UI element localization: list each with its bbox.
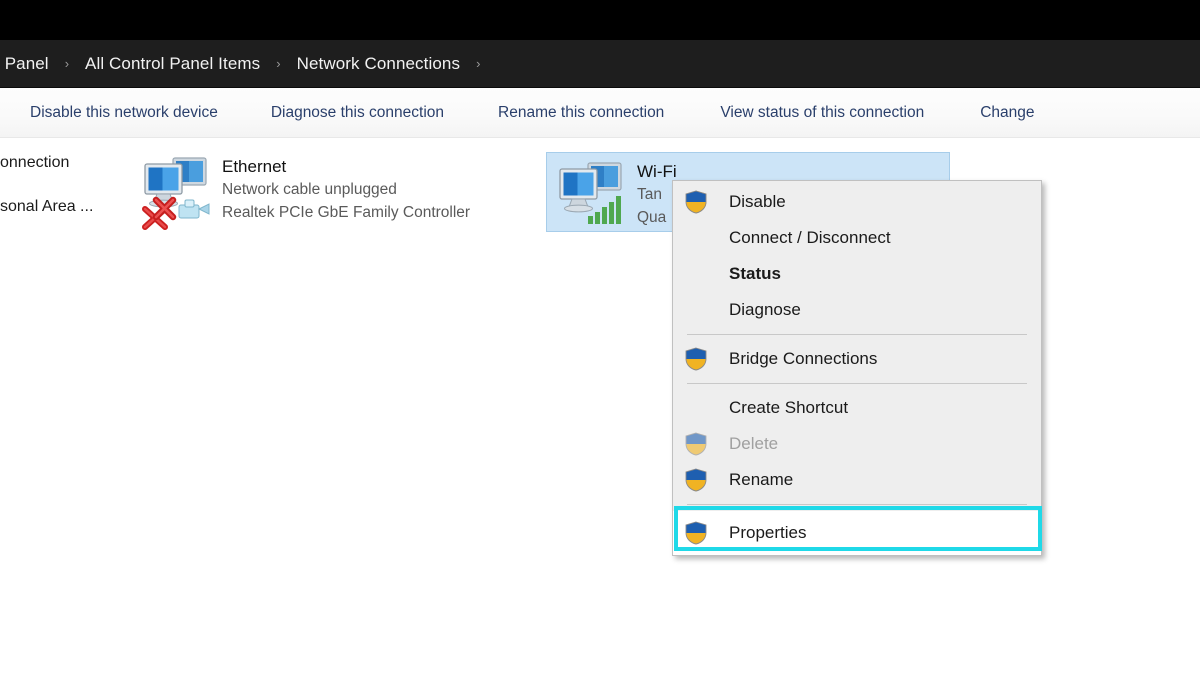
- menu-item-label: Bridge Connections: [715, 349, 877, 369]
- connection-name: Ethernet: [222, 156, 470, 178]
- menu-item-label: Rename: [715, 470, 793, 490]
- menu-item-label: Create Shortcut: [715, 398, 848, 418]
- menu-item-connect-disconnect[interactable]: Connect / Disconnect: [673, 220, 1041, 256]
- toolbar-rename-connection[interactable]: Rename this connection: [492, 100, 670, 126]
- clipped-label-connection: onnection: [0, 152, 140, 174]
- shield-icon: [685, 432, 715, 456]
- connection-adapter: Qua: [637, 206, 677, 229]
- toolbar-disable-network-device[interactable]: Disable this network device: [24, 100, 224, 126]
- menu-item-label: Delete: [715, 434, 778, 454]
- menu-item-label: Diagnose: [715, 300, 801, 320]
- menu-item-label: Connect / Disconnect: [715, 228, 891, 248]
- toolbar-change-settings[interactable]: Change: [974, 100, 1040, 126]
- connection-adapter: Realtek PCIe GbE Family Controller: [222, 201, 470, 224]
- shield-icon: [685, 468, 715, 492]
- breadcrumb-item-all-control-panel-items[interactable]: All Control Panel Items: [81, 52, 264, 76]
- red-x-unplugged-icon: [150, 192, 214, 222]
- menu-item-label: Status: [715, 264, 781, 284]
- wifi-context-menu[interactable]: Disable Connect / Disconnect Status Diag…: [672, 180, 1042, 556]
- menu-separator: [687, 334, 1027, 335]
- breadcrumb-item-control-panel[interactable]: l Panel: [0, 52, 53, 76]
- signal-bars-icon: [587, 195, 627, 225]
- network-adapter-icon: [140, 154, 214, 220]
- breadcrumb: l Panel › All Control Panel Items › Netw…: [0, 40, 492, 87]
- menu-separator: [687, 504, 1027, 505]
- clipped-left-connection-labels: onnection sonal Area ...: [0, 152, 140, 218]
- menu-item-label: Disable: [715, 192, 786, 212]
- chevron-right-icon: ›: [264, 56, 292, 71]
- shield-icon: [685, 521, 715, 545]
- connection-name: Wi-Fi: [637, 161, 677, 183]
- menu-item-bridge-connections[interactable]: Bridge Connections: [673, 341, 1041, 377]
- shield-icon: [685, 190, 715, 214]
- toolbar-view-status[interactable]: View status of this connection: [714, 100, 930, 126]
- control-panel-network-connections-window: l Panel › All Control Panel Items › Netw…: [0, 0, 1200, 675]
- wireless-adapter-icon: [555, 159, 629, 225]
- toolbar-diagnose-connection[interactable]: Diagnose this connection: [265, 100, 450, 126]
- connection-status: Tan: [637, 183, 677, 206]
- menu-item-properties[interactable]: Properties: [673, 511, 1041, 555]
- menu-item-diagnose[interactable]: Diagnose: [673, 292, 1041, 328]
- menu-item-label: Properties: [715, 523, 806, 543]
- breadcrumb-item-network-connections[interactable]: Network Connections: [293, 52, 464, 76]
- command-toolbar: Disable this network device Diagnose thi…: [0, 88, 1200, 138]
- menu-item-create-shortcut[interactable]: Create Shortcut: [673, 390, 1041, 426]
- menu-separator: [687, 383, 1027, 384]
- address-bar[interactable]: l Panel › All Control Panel Items › Netw…: [0, 40, 1200, 88]
- menu-item-status[interactable]: Status: [673, 256, 1041, 292]
- shield-icon: [685, 347, 715, 371]
- connection-status: Network cable unplugged: [222, 178, 470, 201]
- menu-item-delete: Delete: [673, 426, 1041, 462]
- menu-item-rename[interactable]: Rename: [673, 462, 1041, 498]
- window-chrome-band: [0, 0, 1200, 40]
- chevron-right-icon: ›: [53, 56, 81, 71]
- clipped-label-personal-area: sonal Area ...: [0, 196, 140, 218]
- menu-item-disable[interactable]: Disable: [673, 184, 1041, 220]
- connection-item-ethernet[interactable]: Ethernet Network cable unplugged Realtek…: [132, 148, 532, 232]
- chevron-right-icon: ›: [464, 56, 492, 71]
- wifi-text-block: Wi-Fi Tan Qua: [629, 159, 677, 229]
- ethernet-text-block: Ethernet Network cable unplugged Realtek…: [214, 154, 470, 224]
